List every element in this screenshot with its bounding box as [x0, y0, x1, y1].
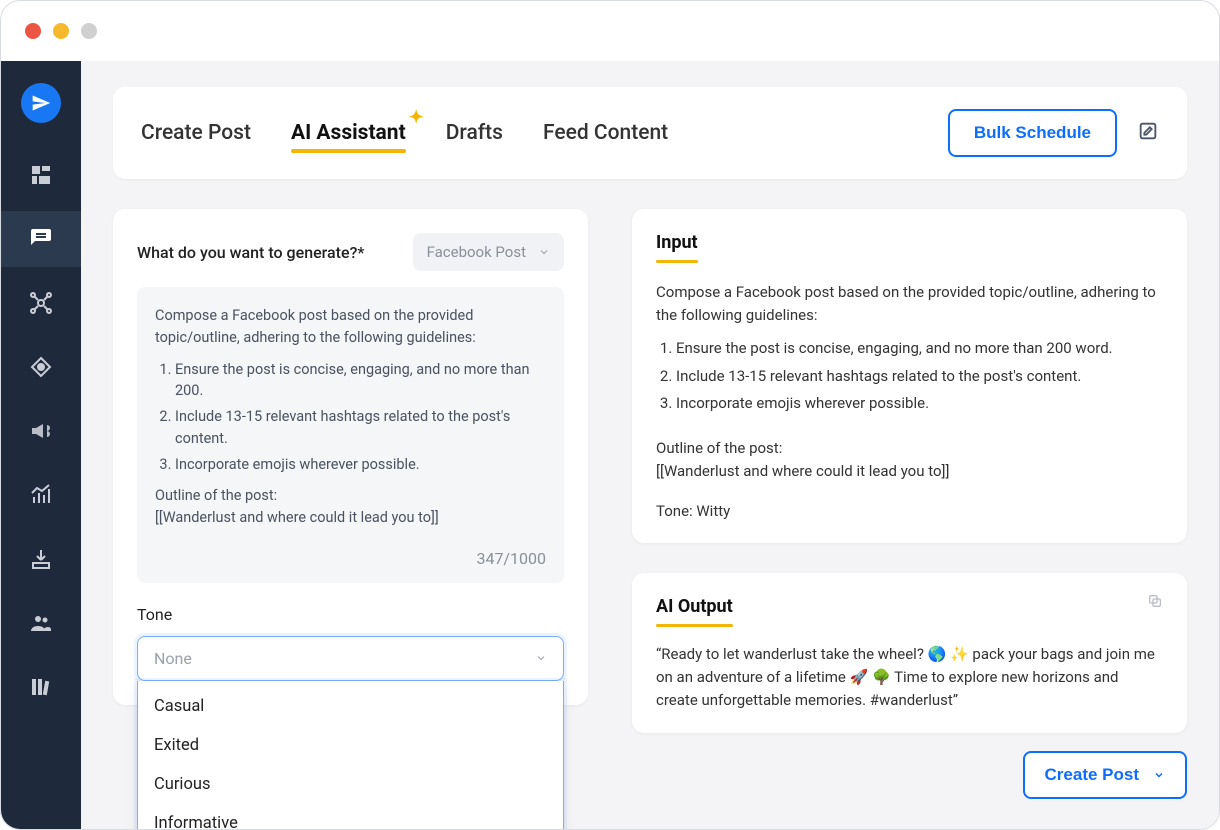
input-bullet: Incorporate emojis wherever possible.	[676, 392, 1163, 415]
tab-ai-assistant-label: AI Assistant	[291, 121, 406, 145]
audience-icon	[29, 611, 53, 635]
window-minimize-dot[interactable]	[53, 23, 69, 39]
window-titlebar	[1, 1, 1219, 61]
copy-icon[interactable]	[1147, 593, 1163, 616]
prompt-outline-label: Outline of the post:	[155, 485, 546, 507]
topbar: Create Post AI Assistant ✦ Drafts Feed C…	[113, 87, 1187, 179]
target-icon	[29, 355, 53, 379]
sidebar-item-megaphone[interactable]	[1, 403, 81, 459]
posts-icon	[29, 227, 53, 251]
main-area: Create Post AI Assistant ✦ Drafts Feed C…	[81, 61, 1219, 829]
tone-dropdown[interactable]: Casual Exited Curious Informative Sarcas…	[137, 681, 564, 829]
paper-plane-icon	[31, 93, 51, 113]
sidebar-item-target[interactable]	[1, 339, 81, 395]
prompt-bullet: Include 13-15 relevant hashtags related …	[175, 406, 546, 450]
tabs: Create Post AI Assistant ✦ Drafts Feed C…	[141, 121, 948, 145]
chevron-down-icon	[1153, 769, 1165, 781]
chevron-down-icon	[538, 246, 550, 258]
sidebar-item-audience[interactable]	[1, 595, 81, 651]
create-post-button[interactable]: Create Post	[1023, 751, 1187, 799]
sparkle-icon: ✦	[409, 107, 424, 128]
input-intro: Compose a Facebook post based on the pro…	[656, 281, 1163, 328]
generator-card: What do you want to generate?* Facebook …	[113, 209, 588, 705]
dashboard-icon	[29, 163, 53, 187]
prompt-bullet: Ensure the post is concise, engaging, an…	[175, 359, 546, 403]
sidebar-item-dashboard[interactable]	[1, 147, 81, 203]
create-post-label: Create Post	[1045, 765, 1139, 785]
network-icon	[29, 291, 53, 315]
sidebar	[1, 61, 81, 829]
sidebar-item-library[interactable]	[1, 659, 81, 715]
tone-option-informative[interactable]: Informative	[138, 804, 563, 829]
window-maximize-dot[interactable]	[81, 23, 97, 39]
sidebar-item-analytics[interactable]	[1, 467, 81, 523]
tone-select[interactable]: None	[137, 636, 564, 681]
tab-ai-assistant[interactable]: AI Assistant ✦	[291, 121, 406, 145]
brand-logo[interactable]	[21, 83, 61, 123]
prompt-bullets: Ensure the post is concise, engaging, an…	[175, 359, 546, 476]
sidebar-item-download[interactable]	[1, 531, 81, 587]
tone-label: Tone	[137, 605, 564, 624]
input-bullet: Include 13-15 relevant hashtags related …	[676, 365, 1163, 388]
analytics-icon	[29, 483, 53, 507]
prompt-input[interactable]: Compose a Facebook post based on the pro…	[137, 287, 564, 583]
bulk-schedule-button[interactable]: Bulk Schedule	[948, 109, 1117, 157]
chevron-down-icon	[535, 652, 547, 664]
megaphone-icon	[29, 419, 53, 443]
content-grid: What do you want to generate?* Facebook …	[113, 209, 1187, 733]
input-title: Input	[656, 229, 698, 257]
tab-feed-content[interactable]: Feed Content	[543, 121, 668, 145]
input-panel: Input Compose a Facebook post based on t…	[632, 209, 1187, 543]
output-title: AI Output	[656, 593, 733, 621]
tone-placeholder: None	[154, 649, 192, 668]
post-type-value: Facebook Post	[427, 243, 526, 261]
tab-create-post[interactable]: Create Post	[141, 121, 251, 145]
tab-drafts[interactable]: Drafts	[446, 121, 503, 145]
input-outline-value: [[Wanderlust and where could it lead you…	[656, 460, 1163, 483]
prompt-outline-value: [[Wanderlust and where could it lead you…	[155, 507, 546, 529]
sidebar-item-posts[interactable]	[1, 211, 81, 267]
download-icon	[29, 547, 53, 571]
character-count: 347/1000	[155, 547, 546, 571]
window-close-dot[interactable]	[25, 23, 41, 39]
edit-icon[interactable]	[1137, 120, 1159, 146]
input-tone-line: Tone: Witty	[656, 500, 1163, 523]
prompt-intro: Compose a Facebook post based on the pro…	[155, 305, 546, 349]
output-panel: AI Output “Ready to let wanderlust take …	[632, 573, 1187, 733]
input-bullet: Ensure the post is concise, engaging, an…	[676, 337, 1163, 360]
generator-title: What do you want to generate?*	[137, 243, 364, 262]
library-icon	[29, 675, 53, 699]
results-column: Input Compose a Facebook post based on t…	[632, 209, 1187, 733]
app-window: Create Post AI Assistant ✦ Drafts Feed C…	[0, 0, 1220, 830]
sidebar-item-network[interactable]	[1, 275, 81, 331]
input-bullets: Ensure the post is concise, engaging, an…	[676, 337, 1163, 415]
tone-option-exited[interactable]: Exited	[138, 726, 563, 765]
prompt-bullet: Incorporate emojis wherever possible.	[175, 454, 546, 476]
input-outline-label: Outline of the post:	[656, 437, 1163, 460]
tone-option-curious[interactable]: Curious	[138, 765, 563, 804]
output-text: “Ready to let wanderlust take the wheel?…	[656, 643, 1163, 713]
tone-option-casual[interactable]: Casual	[138, 687, 563, 726]
generator-column: What do you want to generate?* Facebook …	[113, 209, 588, 705]
app-body: Create Post AI Assistant ✦ Drafts Feed C…	[1, 61, 1219, 829]
post-type-select[interactable]: Facebook Post	[413, 233, 564, 271]
